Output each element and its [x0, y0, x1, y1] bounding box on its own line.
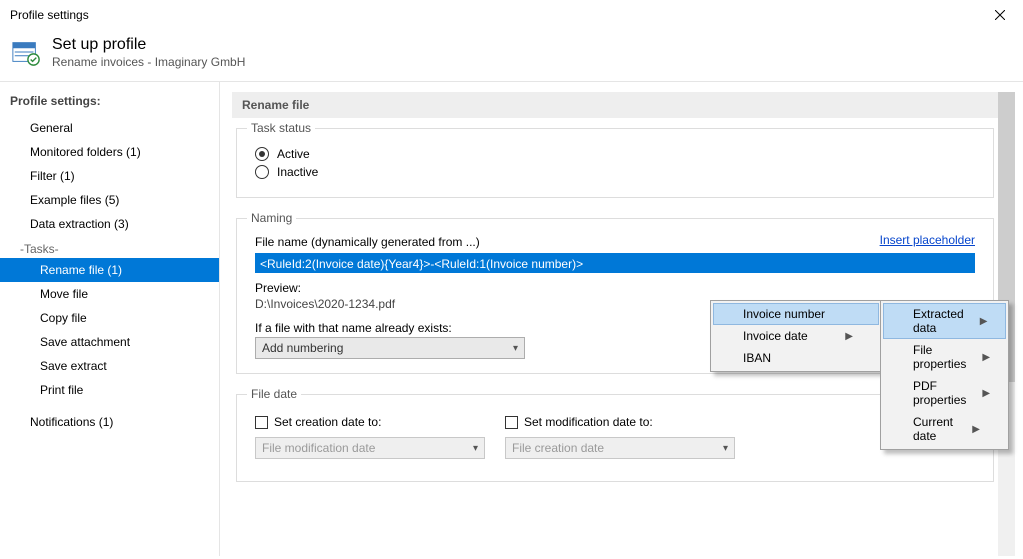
chevron-down-icon: ▾ — [513, 343, 518, 354]
checkbox-icon — [505, 416, 518, 429]
menu-item-file-properties[interactable]: File properties ▶ — [883, 339, 1006, 375]
sidebar-tasks-label: -Tasks- — [0, 236, 219, 258]
sidebar: Profile settings: General Monitored fold… — [0, 81, 220, 556]
menu-item-label: IBAN — [743, 351, 771, 365]
sidebar-item-filter[interactable]: Filter (1) — [0, 164, 219, 188]
sidebar-item-save-attachment[interactable]: Save attachment — [0, 330, 219, 354]
close-icon — [995, 10, 1005, 20]
menu-item-label: Extracted data — [913, 307, 964, 335]
menu-item-label: File properties — [913, 343, 966, 371]
creation-select[interactable]: File modification date ▾ — [255, 437, 485, 459]
menu-insert-placeholder: Extracted data ▶ File properties ▶ PDF p… — [880, 300, 1009, 450]
check-set-modification[interactable]: Set modification date to: — [505, 415, 653, 429]
exists-selected-value: Add numbering — [262, 341, 343, 355]
menu-item-invoice-date[interactable]: Invoice date ▶ — [713, 325, 879, 347]
sidebar-item-notifications[interactable]: Notifications (1) — [0, 410, 219, 434]
menu-item-iban[interactable]: IBAN — [713, 347, 879, 369]
set-creation-label: Set creation date to: — [274, 415, 381, 429]
radio-inactive-label: Inactive — [277, 165, 318, 179]
sidebar-item-rename-file[interactable]: Rename file (1) — [0, 258, 219, 282]
sidebar-item-example-files[interactable]: Example files (5) — [0, 188, 219, 212]
menu-item-label: Current date — [913, 415, 956, 443]
sidebar-item-save-extract[interactable]: Save extract — [0, 354, 219, 378]
file-date-legend: File date — [247, 387, 301, 401]
radio-inactive[interactable]: Inactive — [255, 165, 981, 179]
section-title: Rename file — [232, 92, 998, 118]
creation-selected-value: File modification date — [262, 441, 375, 455]
window-title: Profile settings — [10, 8, 977, 22]
chevron-down-icon: ▾ — [723, 443, 728, 454]
naming-legend: Naming — [247, 211, 296, 225]
sidebar-item-data-extraction[interactable]: Data extraction (3) — [0, 212, 219, 236]
radio-icon — [255, 147, 269, 161]
checkbox-icon — [255, 416, 268, 429]
menu-item-label: PDF properties — [913, 379, 966, 407]
modification-select[interactable]: File creation date ▾ — [505, 437, 735, 459]
check-set-creation[interactable]: Set creation date to: — [255, 415, 381, 429]
menu-item-invoice-number[interactable]: Invoice number — [713, 303, 879, 325]
insert-placeholder-link[interactable]: Insert placeholder — [880, 233, 975, 247]
radio-active-label: Active — [277, 147, 310, 161]
sidebar-item-monitored-folders[interactable]: Monitored folders (1) — [0, 140, 219, 164]
radio-active[interactable]: Active — [255, 147, 981, 161]
menu-item-label: Invoice date — [743, 329, 808, 343]
modification-selected-value: File creation date — [512, 441, 604, 455]
page-header: Set up profile Rename invoices - Imagina… — [0, 30, 1023, 81]
task-status-group: Task status Active Inactive — [236, 128, 994, 198]
sidebar-heading: Profile settings: — [0, 88, 219, 114]
menu-item-current-date[interactable]: Current date ▶ — [883, 411, 1006, 447]
sidebar-item-general[interactable]: General — [0, 116, 219, 140]
chevron-right-icon: ▶ — [980, 316, 988, 327]
chevron-right-icon: ▶ — [982, 352, 990, 363]
sidebar-item-print-file[interactable]: Print file — [0, 378, 219, 402]
radio-icon — [255, 165, 269, 179]
submenu-extracted-data: Invoice number Invoice date ▶ IBAN — [710, 300, 882, 372]
menu-item-extracted-data[interactable]: Extracted data ▶ — [883, 303, 1006, 339]
chevron-right-icon: ▶ — [845, 331, 853, 342]
close-button[interactable] — [977, 0, 1023, 30]
chevron-right-icon: ▶ — [982, 388, 990, 399]
sidebar-item-copy-file[interactable]: Copy file — [0, 306, 219, 330]
task-status-legend: Task status — [247, 121, 315, 135]
profile-icon — [10, 36, 42, 68]
menu-item-label: Invoice number — [743, 307, 825, 321]
filename-input[interactable]: <RuleId:2(Invoice date){Year4}>-<RuleId:… — [255, 253, 975, 273]
chevron-down-icon: ▾ — [473, 443, 478, 454]
filename-label: File name (dynamically generated from ..… — [255, 235, 480, 249]
exists-select[interactable]: Add numbering ▾ — [255, 337, 525, 359]
page-title: Set up profile — [52, 36, 245, 54]
sidebar-item-move-file[interactable]: Move file — [0, 282, 219, 306]
set-modification-label: Set modification date to: — [524, 415, 653, 429]
preview-label: Preview: — [255, 281, 981, 295]
menu-item-pdf-properties[interactable]: PDF properties ▶ — [883, 375, 1006, 411]
chevron-right-icon: ▶ — [972, 424, 980, 435]
page-subtitle: Rename invoices - Imaginary GmbH — [52, 55, 245, 69]
